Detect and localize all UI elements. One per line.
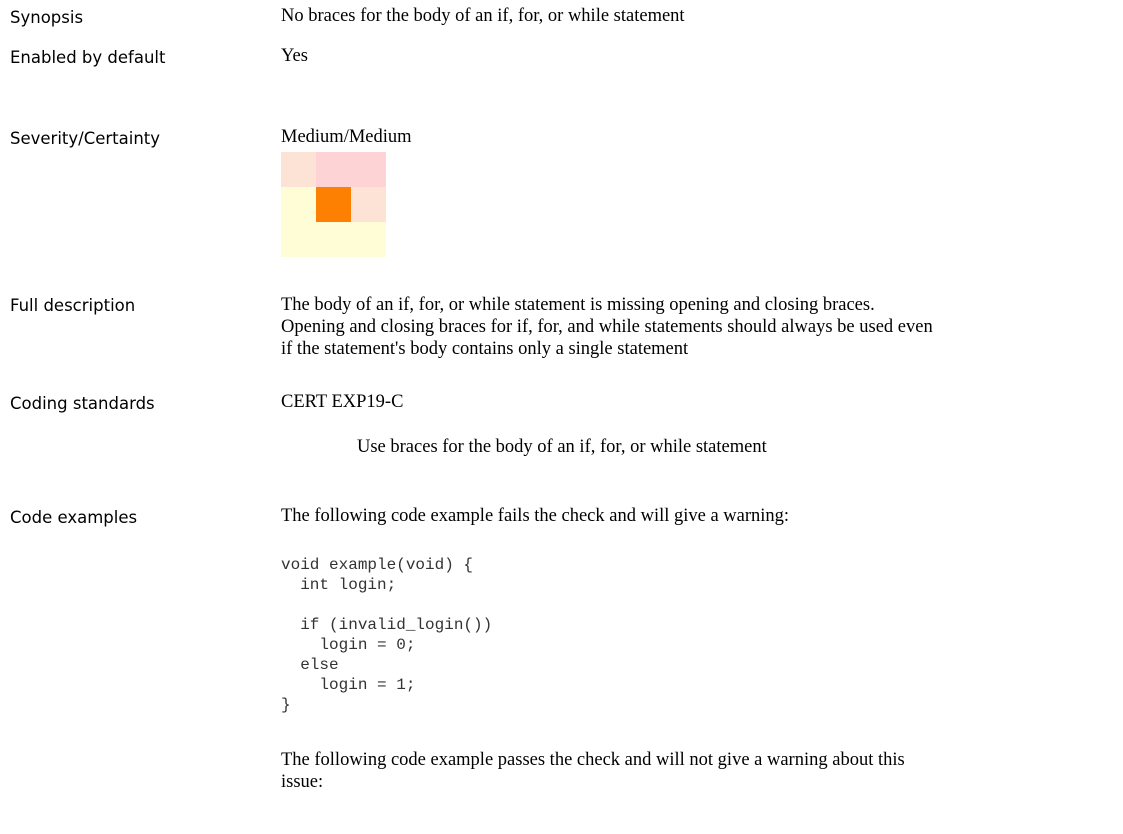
- coding-standard-note: Use braces for the body of an if, for, o…: [357, 437, 767, 457]
- full-description-text: The body of an if, for, or while stateme…: [281, 294, 933, 360]
- matrix-cell: [281, 187, 316, 222]
- synopsis-value: No braces for the body of an if, for, or…: [281, 6, 685, 26]
- matrix-cell: [351, 152, 386, 187]
- matrix-cell: [351, 187, 386, 222]
- severity-label: Severity/Certainty: [10, 129, 161, 148]
- severity-value: Medium/Medium: [281, 127, 412, 147]
- description-line: if the statement's body contains only a …: [281, 339, 689, 359]
- matrix-cell-highlighted: [316, 187, 351, 222]
- full-description-label: Full description: [10, 296, 136, 315]
- code-examples-outro: The following code example passes the ch…: [281, 749, 905, 793]
- synopsis-label: Synopsis: [10, 8, 84, 27]
- outro-line: The following code example passes the ch…: [281, 750, 905, 770]
- matrix-cell: [351, 222, 386, 257]
- code-examples-label: Code examples: [10, 508, 138, 527]
- outro-line: issue:: [281, 772, 324, 792]
- severity-certainty-matrix: [281, 152, 386, 257]
- enabled-label: Enabled by default: [10, 48, 166, 67]
- matrix-cell: [316, 222, 351, 257]
- coding-standards-label: Coding standards: [10, 394, 155, 413]
- description-line: Opening and closing braces for if, for, …: [281, 317, 933, 337]
- enabled-value: Yes: [281, 46, 308, 66]
- coding-standard-id: CERT EXP19-C: [281, 392, 404, 412]
- failing-code-example: void example(void) { int login; if (inva…: [281, 556, 493, 714]
- code-examples-intro: The following code example fails the che…: [281, 506, 790, 526]
- description-line: The body of an if, for, or while stateme…: [281, 295, 875, 315]
- matrix-cell: [316, 152, 351, 187]
- matrix-cell: [281, 152, 316, 187]
- matrix-cell: [281, 222, 316, 257]
